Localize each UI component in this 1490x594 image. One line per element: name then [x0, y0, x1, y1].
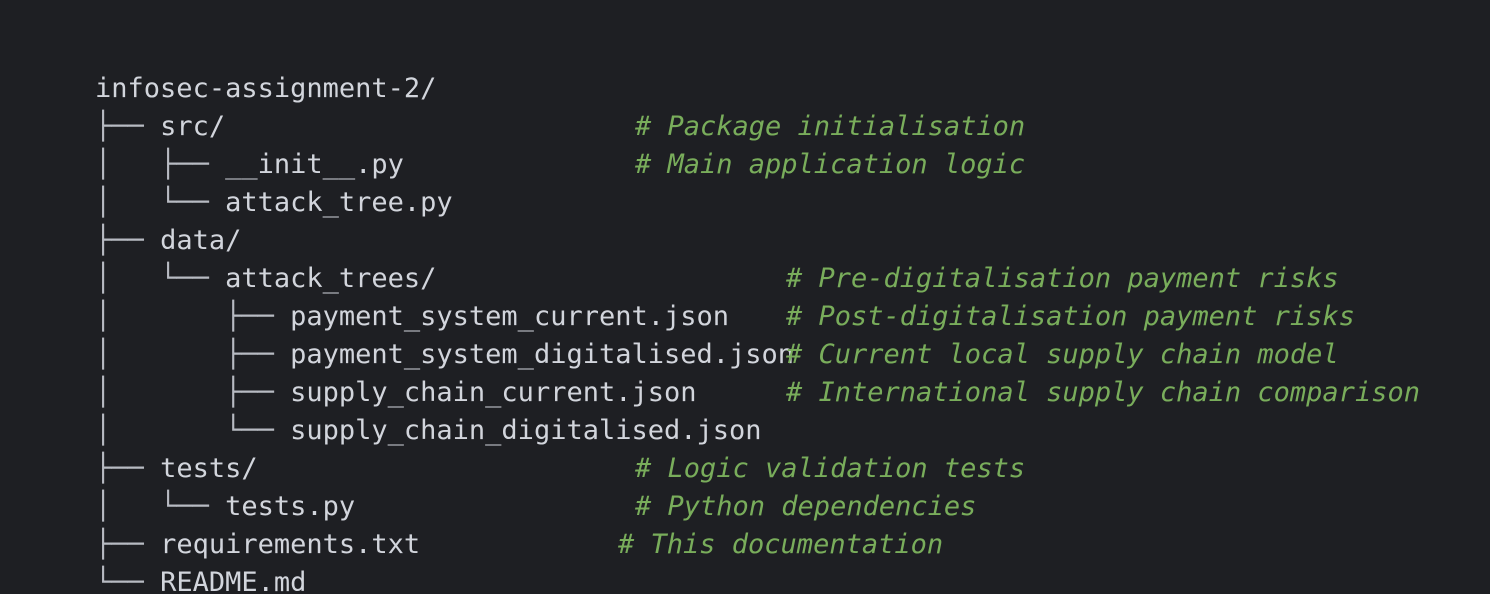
tree-line-init: │ ├── __init__.py # Package initialisati… [30, 108, 1490, 180]
file-name: README.md [160, 567, 307, 594]
tree-line-supply-digitalised: │ └── supply_chain_digitalised.json # In… [30, 374, 1490, 446]
file-comment: # Logic validation tests [635, 453, 1026, 484]
tree-line-payment-digitalised: │ ├── payment_system_digitalised.json # … [30, 298, 1490, 370]
file-comment: # Python dependencies [635, 491, 977, 522]
file-comment: # Pre-digitalisation payment risks [786, 263, 1339, 294]
tree-line-attack-trees: │ └── attack_trees/ [30, 222, 1490, 294]
tree-line-supply-current: │ ├── supply_chain_current.json # Curren… [30, 336, 1490, 408]
tree-root: infosec-assignment-2/ [30, 32, 1490, 104]
tree-line-payment-current: │ ├── payment_system_current.json # Pre-… [30, 260, 1490, 332]
file-comment: # International supply chain comparison [786, 377, 1420, 408]
tree-line-data: ├── data/ [30, 184, 1490, 256]
terminal-window: infosec-assignment-2/ ├── src/ │ ├── __i… [0, 0, 1490, 594]
tree-line-tests-py: │ └── tests.py # Logic validation tests [30, 450, 1490, 522]
file-comment: # Package initialisation [635, 111, 1026, 142]
file-comment: # This documentation [618, 529, 944, 560]
tree-line-tests-folder: ├── tests/ [30, 412, 1490, 484]
tree-line-src: ├── src/ [30, 70, 1490, 142]
tree-line-readme: └── README.md # This documentation [30, 526, 1490, 594]
tree-line-attack-tree: │ └── attack_tree.py # Main application … [30, 146, 1490, 218]
tree-branch: └── [95, 567, 161, 594]
file-comment: # Post-digitalisation payment risks [786, 301, 1355, 332]
tree-line-requirements: ├── requirements.txt # Python dependenci… [30, 488, 1490, 560]
file-comment: # Current local supply chain model [786, 339, 1339, 370]
file-comment: # Main application logic [635, 149, 1026, 180]
